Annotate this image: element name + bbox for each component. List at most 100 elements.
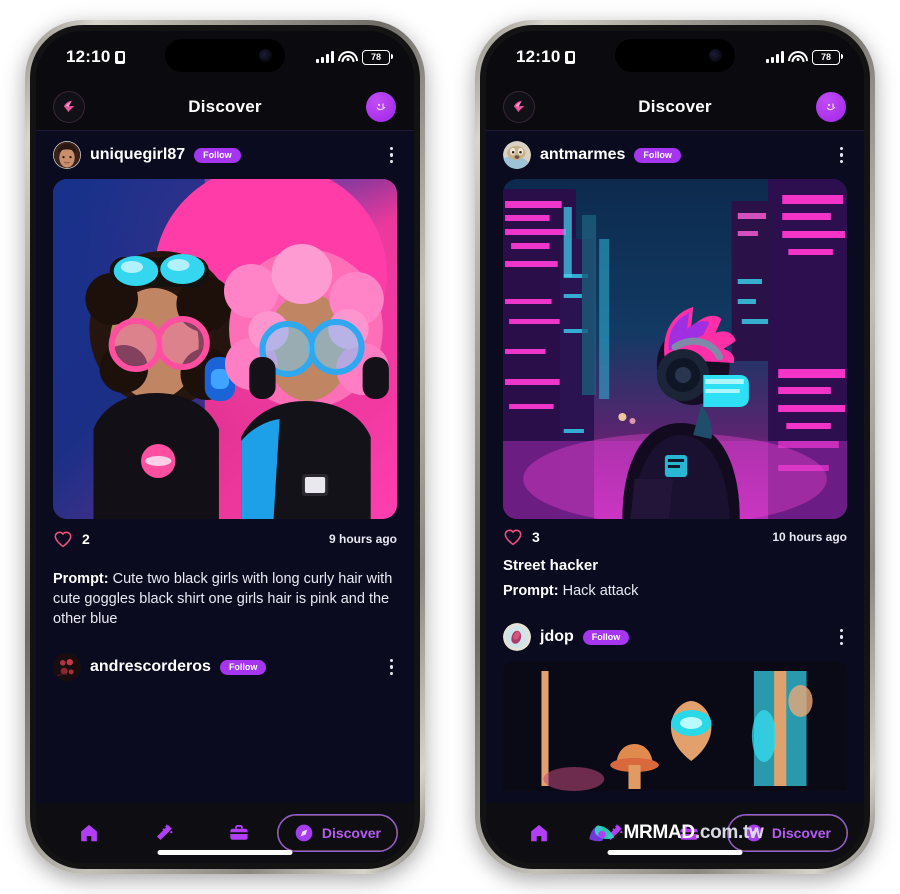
post-meta: 3 10 hours ago [503, 519, 847, 555]
prompt-label: Prompt: [503, 583, 559, 599]
tab-gallery[interactable] [202, 822, 277, 844]
kebab-menu-icon[interactable] [386, 653, 398, 682]
tab-gallery[interactable] [652, 822, 727, 844]
post-meta: 2 9 hours ago [53, 519, 397, 559]
status-time-group: 12:10 [66, 47, 126, 67]
status-time-group: 12:10 [516, 47, 576, 67]
magic-wand-icon [157, 824, 173, 841]
wifi-icon [338, 51, 358, 63]
post-card: andrescorderos Follow [36, 643, 414, 691]
post-timestamp: 9 hours ago [328, 532, 397, 546]
like-count: 2 [82, 531, 90, 547]
avatar[interactable] [53, 653, 81, 681]
screenshot-stage: 12:10 78 Discover uniquegirl87 Follow 2 … [0, 0, 900, 894]
avatar[interactable] [503, 141, 531, 169]
compass-icon [295, 824, 313, 842]
post-card: uniquegirl87 Follow 2 9 hours ago Prompt… [36, 131, 414, 629]
tab-discover[interactable]: Discover [726, 814, 849, 852]
tab-home[interactable] [502, 822, 577, 844]
post-prompt: Prompt: Hack attack [503, 581, 847, 601]
status-time: 12:10 [516, 47, 561, 66]
post-title: Street hacker [503, 557, 599, 574]
post-prompt: Prompt: Cute two black girls with long c… [53, 569, 397, 629]
page-title: Discover [638, 96, 712, 116]
app-logo-button[interactable] [504, 91, 534, 122]
phone-left: 12:10 78 Discover uniquegirl87 Follow 2 … [25, 20, 425, 874]
profile-avatar-icon [826, 102, 836, 110]
follow-button[interactable]: Follow [634, 147, 681, 163]
post-username[interactable]: antmarmes [540, 146, 625, 164]
battery-icon: 78 [362, 49, 393, 65]
location-icon [115, 50, 126, 64]
wifi-icon [788, 51, 808, 63]
battery-icon: 78 [812, 49, 843, 65]
post-image[interactable] [53, 179, 397, 519]
tab-discover[interactable]: Discover [276, 814, 399, 852]
phone-screen-left: 12:10 78 Discover uniquegirl87 Follow 2 … [36, 31, 414, 863]
discover-label: Discover [771, 825, 832, 841]
heart-icon[interactable] [503, 528, 523, 546]
status-bar: 12:10 78 [36, 31, 414, 83]
battery-percent: 78 [370, 51, 381, 62]
cellular-bars-icon [766, 51, 784, 63]
post-image[interactable] [503, 179, 847, 519]
phone-screen-right: 12:10 78 Discover antmarmes Follow 3 10 … [486, 31, 864, 863]
tab-create[interactable] [577, 822, 652, 844]
profile-avatar-icon [376, 102, 386, 110]
phone-right: 12:10 78 Discover antmarmes Follow 3 10 … [475, 20, 875, 874]
post-header: uniquegirl87 Follow [53, 131, 397, 179]
app-logo-button[interactable] [54, 91, 84, 122]
discover-label: Discover [321, 825, 382, 841]
app-logo-icon [513, 100, 524, 113]
profile-avatar-button[interactable] [365, 91, 396, 122]
post-username[interactable]: uniquegirl87 [90, 146, 185, 164]
home-icon [531, 824, 548, 842]
app-header: Discover [486, 83, 864, 131]
post-header: antmarmes Follow [503, 131, 847, 179]
battery-percent: 78 [820, 51, 831, 62]
post-timestamp: 10 hours ago [772, 530, 847, 544]
status-indicators: 78 [766, 49, 843, 65]
kebab-menu-icon[interactable] [386, 141, 398, 170]
tab-home[interactable] [52, 822, 127, 844]
profile-avatar-button[interactable] [815, 91, 846, 122]
status-bar: 12:10 78 [486, 31, 864, 83]
heart-icon[interactable] [53, 530, 73, 548]
follow-button[interactable]: Follow [582, 629, 630, 645]
home-indicator[interactable] [607, 850, 743, 855]
like-group[interactable]: 3 [503, 528, 540, 546]
follow-button[interactable]: Follow [219, 659, 267, 675]
like-count: 3 [532, 529, 540, 545]
briefcase-icon [230, 825, 248, 840]
app-header: Discover [36, 83, 414, 131]
post-card: jdop Follow [486, 613, 864, 791]
avatar[interactable] [53, 141, 81, 169]
follow-button[interactable]: Follow [194, 147, 241, 163]
kebab-menu-icon[interactable] [836, 623, 848, 652]
status-time: 12:10 [66, 47, 111, 66]
post-username[interactable]: andrescorderos [90, 658, 211, 676]
discover-pill[interactable]: Discover [726, 814, 849, 852]
post-card: antmarmes Follow 3 10 hours ago Street h… [486, 131, 864, 601]
app-logo-icon [63, 100, 74, 113]
page-title: Discover [188, 96, 262, 116]
feed-left[interactable]: uniquegirl87 Follow 2 9 hours ago Prompt… [36, 131, 414, 803]
like-group[interactable]: 2 [53, 530, 90, 548]
prompt-label: Prompt: [53, 571, 109, 587]
home-icon [81, 824, 98, 842]
feed-right[interactable]: antmarmes Follow 3 10 hours ago Street h… [486, 131, 864, 803]
post-header: andrescorderos Follow [53, 643, 397, 691]
dynamic-island [165, 39, 285, 72]
magic-wand-icon [607, 824, 623, 841]
status-indicators: 78 [316, 49, 393, 65]
tab-create[interactable] [127, 822, 202, 844]
post-header: jdop Follow [503, 613, 847, 661]
prompt-text: Hack attack [562, 583, 639, 599]
briefcase-icon [680, 825, 698, 840]
discover-pill[interactable]: Discover [276, 814, 399, 852]
kebab-menu-icon[interactable] [836, 141, 848, 170]
post-image[interactable] [503, 661, 847, 791]
home-indicator[interactable] [157, 850, 293, 855]
post-username[interactable]: jdop [540, 628, 574, 646]
avatar[interactable] [503, 623, 531, 651]
